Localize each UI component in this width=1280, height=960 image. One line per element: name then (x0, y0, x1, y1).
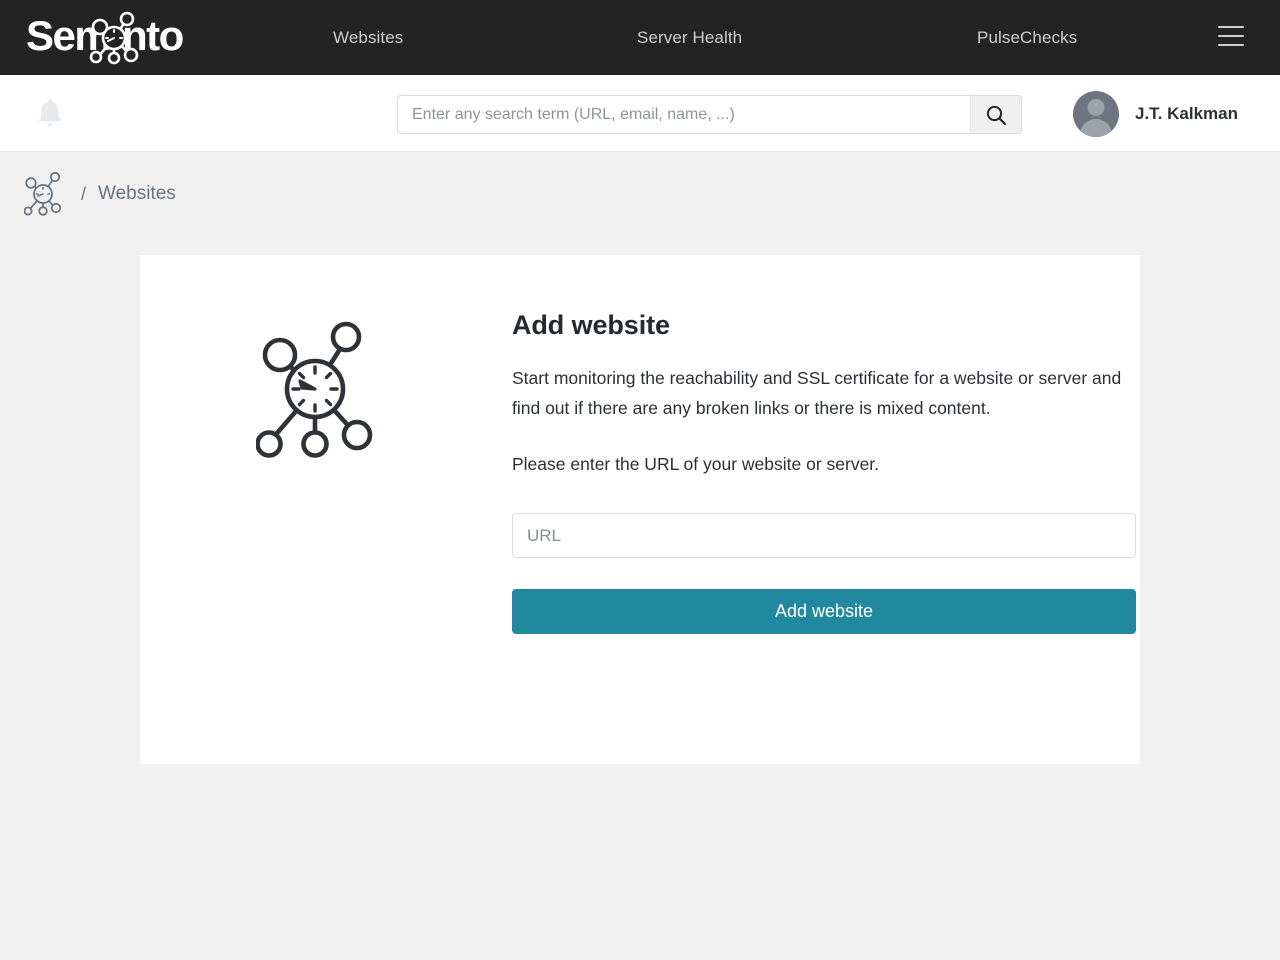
top-navigation-bar: Sem nto Websites Server Health PulseChec… (0, 0, 1280, 75)
add-website-button[interactable]: Add website (512, 589, 1136, 634)
user-name-label: J.T. Kalkman (1135, 104, 1238, 123)
search-icon (986, 105, 1007, 125)
breadcrumb-separator: / (81, 183, 87, 204)
hamburger-menu-icon[interactable] (1218, 26, 1244, 48)
sub-header-bar: J.T. Kalkman (0, 75, 1280, 152)
nav-item-pulsechecks[interactable]: PulseChecks (977, 28, 1077, 48)
card-instruction: Please enter the URL of your website or … (512, 454, 880, 474)
breadcrumb-current[interactable]: Websites (98, 183, 176, 205)
global-search (397, 95, 1022, 134)
bell-glyph (38, 99, 62, 127)
add-website-card: Add website Start monitoring the reachab… (140, 255, 1140, 764)
hamburger-bar (1218, 26, 1244, 28)
network-gauge-icon (24, 171, 62, 216)
card-text-column: Add website Start monitoring the reachab… (512, 310, 1136, 634)
breadcrumb-home-icon[interactable] (24, 168, 64, 220)
avatar-head (1087, 99, 1105, 116)
semonto-logo-icon: Sem nto (26, 11, 185, 65)
breadcrumb: / Websites (0, 152, 1280, 236)
card-content: Add website Start monitoring the reachab… (255, 310, 1136, 634)
network-gauge-icon (255, 321, 373, 458)
hamburger-bar (1218, 35, 1244, 37)
hamburger-bar (1218, 44, 1244, 46)
url-input[interactable] (512, 513, 1136, 558)
card-description: Start monitoring the reachability and SS… (512, 368, 1122, 418)
brand-logo[interactable]: Sem nto (26, 10, 216, 66)
top-navigation-links: Websites Server Health PulseChecks (300, 0, 1220, 75)
nav-item-websites[interactable]: Websites (333, 28, 403, 48)
avatar-body (1080, 119, 1112, 137)
page-title: Add website (512, 310, 670, 340)
avatar (1073, 91, 1119, 137)
search-input[interactable] (397, 95, 970, 134)
user-menu[interactable]: J.T. Kalkman (1073, 91, 1238, 137)
nav-item-server-health[interactable]: Server Health (637, 28, 742, 48)
search-button[interactable] (970, 95, 1022, 134)
card-illustration (255, 310, 374, 634)
bell-icon[interactable] (36, 97, 64, 129)
